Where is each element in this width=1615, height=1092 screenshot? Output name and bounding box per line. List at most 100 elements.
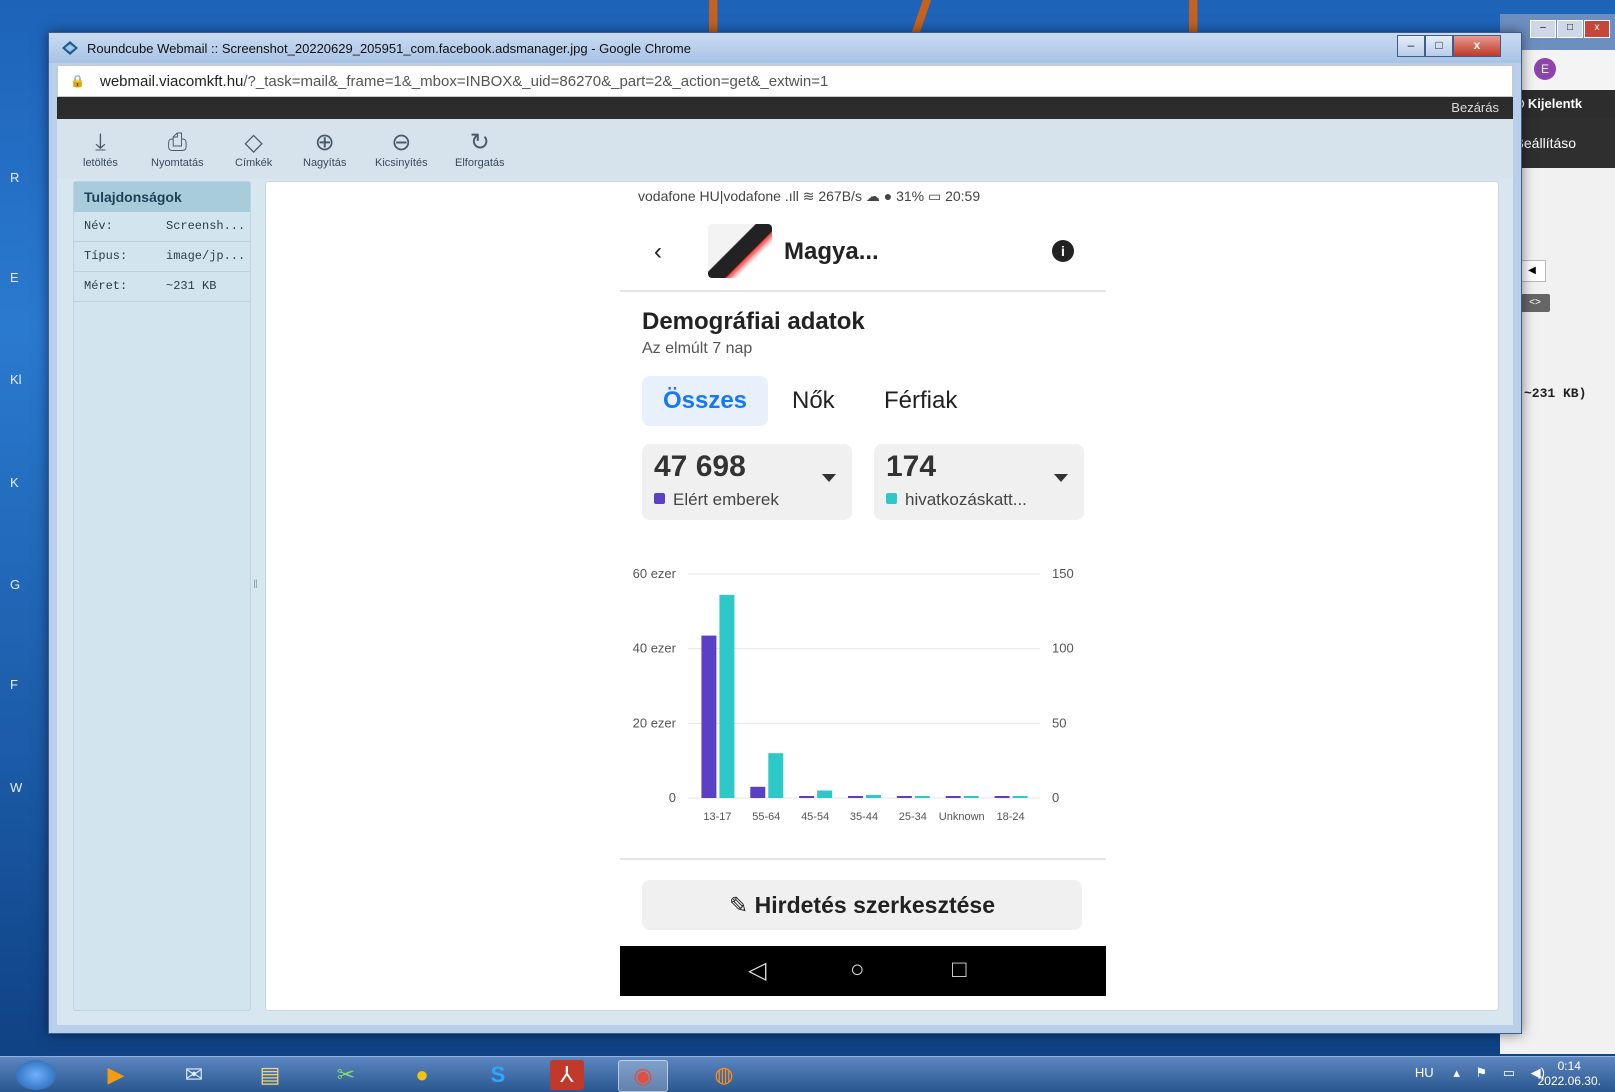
caret-down-icon [1054, 474, 1068, 482]
property-row: Méret: ~231 KB [74, 272, 250, 302]
metric-card-reach: 47 698 Elért emberek [642, 444, 852, 520]
clock[interactable]: 0:14 2022.06.30. [1538, 1059, 1601, 1089]
code-view-button[interactable]: <> [1520, 294, 1550, 312]
desktop-icon-label[interactable]: E [10, 270, 19, 285]
url-text[interactable]: webmail.viacomkft.hu/?_task=mail&_frame=… [100, 73, 828, 90]
download-label: letöltés [83, 157, 118, 169]
desktop-icon-label[interactable]: R [10, 170, 19, 185]
acrobat-icon[interactable]: ⅄ [550, 1060, 584, 1090]
bar-clicks [817, 790, 833, 798]
properties-panel: Tulajdonságok Név: Screensh... Típus: imag… [73, 181, 251, 1011]
close-link[interactable]: Bezárás [1451, 100, 1499, 115]
bar-reach [896, 796, 912, 798]
tab-men: Férfiak [884, 387, 958, 414]
chrome-window[interactable]: Roundcube Webmail :: Screenshot_20220629… [48, 32, 1522, 1034]
desktop-icon-label[interactable]: G [10, 577, 20, 592]
skype-icon[interactable]: S [474, 1060, 522, 1090]
property-value: image/jp... [166, 249, 246, 263]
zoom-out-button[interactable]: ⊖ Kicsinyítés [375, 129, 428, 169]
legend-swatch [886, 493, 897, 504]
desktop-icon-label[interactable]: F [10, 677, 18, 692]
x-tick-label: 18-24 [997, 811, 1025, 822]
window-title: Roundcube Webmail :: Screenshot_20220629… [87, 41, 691, 56]
firefox-icon[interactable]: ◍ [700, 1060, 748, 1090]
zoom-in-label: Nagyítás [303, 157, 347, 169]
print-button[interactable]: ⎙ Nyomtatás [151, 129, 204, 169]
close-icon[interactable]: x [1584, 20, 1610, 38]
close-button[interactable]: x [1453, 35, 1501, 57]
url-path: /?_task=mail&_frame=1&_mbox=INBOX&_uid=8… [243, 73, 829, 90]
rotate-button[interactable]: ↻ Elforgatás [455, 129, 505, 169]
maximize-icon[interactable]: □ [1557, 20, 1583, 38]
file-explorer-icon[interactable]: ▤ [246, 1060, 294, 1090]
desktop-icon-label[interactable]: W [10, 780, 22, 795]
back-arrow-icon: ‹ [654, 238, 662, 265]
flag-icon[interactable]: ⚑ [1475, 1065, 1487, 1080]
metric-label: Elért emberek [654, 490, 779, 510]
y-tick-label-left: 20 ezer [633, 715, 677, 730]
tools-icon[interactable]: ✂ [322, 1060, 370, 1090]
image-viewer: vodafone HU|vodafone .ıll ≋ 267B/s ☁ ● 3… [265, 181, 1499, 1011]
y-tick-label-left: 0 [669, 790, 676, 805]
y-tick-label-right: 50 [1052, 715, 1066, 730]
x-tick-label: 25-34 [899, 811, 927, 822]
zoom-in-button[interactable]: ⊕ Nagyítás [303, 129, 346, 169]
ad-thumbnail [708, 224, 772, 278]
avatar[interactable]: E [1534, 58, 1556, 80]
window-titlebar[interactable]: Roundcube Webmail :: Screenshot_20220629… [49, 33, 1521, 63]
thunderbird-icon[interactable]: ✉ [170, 1060, 218, 1090]
bar-reach [799, 796, 815, 798]
desktop-icon-label[interactable]: K [10, 475, 19, 490]
edit-ad-button: ✎ Hirdetés szerkesztése [642, 880, 1082, 930]
y-tick-label-right: 0 [1052, 790, 1059, 805]
download-icon: ⤓ [95, 129, 106, 156]
zoom-out-label: Kicsinyítés [375, 157, 428, 169]
bar-clicks [914, 796, 930, 798]
download-button[interactable]: ⤓ letöltés [83, 129, 118, 169]
prev-page-button[interactable]: ◀ [1518, 260, 1546, 282]
y-tick-label-right: 100 [1052, 641, 1074, 656]
print-label: Nyomtatás [151, 157, 204, 169]
media-player-icon[interactable]: ▶ [92, 1060, 140, 1090]
chrome-icon[interactable]: ◉ [618, 1060, 668, 1092]
rotate-icon: ↻ [469, 129, 490, 156]
property-value: ~231 KB [166, 279, 217, 293]
vpn-icon[interactable]: ● [398, 1060, 446, 1090]
rotate-label: Elforgatás [455, 157, 505, 169]
labels-button[interactable]: ◇ Címkék [235, 129, 272, 169]
panel-splitter[interactable]: ‖ [253, 577, 259, 601]
desktop-icon-label[interactable]: Kl [10, 372, 22, 387]
metric-card-clicks: 174 hivatkozáskatt... [874, 444, 1084, 520]
network-icon[interactable]: ▭ [1503, 1065, 1515, 1080]
properties-title: Tulajdonságok [74, 182, 250, 212]
minimize-button[interactable]: – [1397, 35, 1425, 57]
back-icon: ◁ [748, 957, 767, 984]
settings-label: Beállításo [1514, 135, 1577, 151]
bar-reach [945, 796, 961, 798]
x-tick-label: 55-64 [752, 811, 780, 822]
metric-label: hivatkozáskatt... [886, 490, 1027, 510]
x-tick-label: 35-44 [850, 811, 878, 822]
zoom-out-icon: ⊖ [391, 129, 412, 156]
attachment-size: ~231 KB) [1524, 386, 1587, 401]
language-indicator[interactable]: HU [1415, 1065, 1434, 1080]
clock-time: 0:14 [1557, 1059, 1581, 1073]
top-strip: Bezárás [57, 97, 1513, 119]
tab-all: Összes [642, 376, 768, 426]
x-tick-label: 13-17 [703, 811, 731, 822]
caret-down-icon [822, 474, 836, 482]
status-bar: vodafone HU|vodafone .ıll ≋ 267B/s ☁ ● 3… [638, 188, 981, 204]
minimize-icon[interactable]: – [1530, 20, 1556, 38]
bar-clicks [719, 594, 735, 798]
y-tick-label-left: 40 ezer [633, 641, 677, 656]
labels-label: Címkék [235, 157, 273, 169]
taskbar: ▶ ✉ ▤ ✂ ● S ⅄ ◉ ◍ HU ▴ ⚑ ▭ ◀) 0:14 2022.… [0, 1056, 1615, 1092]
bar-clicks [768, 753, 784, 798]
maximize-button[interactable]: □ [1425, 35, 1453, 57]
tray-expand-icon[interactable]: ▴ [1453, 1065, 1460, 1080]
address-bar[interactable]: 🔒 webmail.viacomkft.hu/?_task=mail&_fram… [57, 65, 1513, 97]
metric-label-text: hivatkozáskatt... [905, 490, 1027, 509]
property-row: Név: Screensh... [74, 212, 250, 242]
start-button[interactable] [16, 1060, 56, 1090]
roundcube-icon [62, 41, 78, 55]
